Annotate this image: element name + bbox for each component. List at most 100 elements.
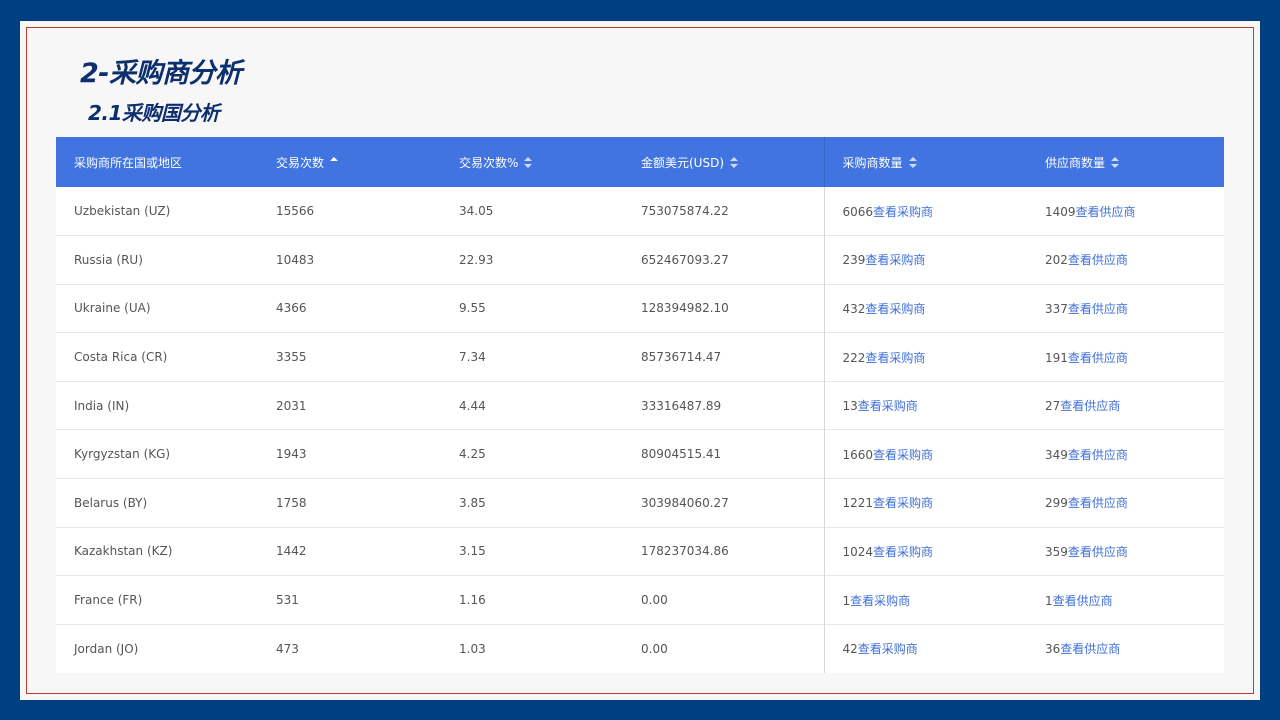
cell-country: Kazakhstan (KZ) <box>74 544 173 559</box>
view-buyers-link[interactable]: 查看采购商 <box>873 496 933 510</box>
cell-amount: 80904515.41 <box>641 447 722 462</box>
view-suppliers-link[interactable]: 查看供应商 <box>1053 594 1113 608</box>
table-header-row: 采购商所在国或地区 交易次数 交易次数% 金额美元(USD) 采购商数量 供应商… <box>56 137 1224 187</box>
view-suppliers-link[interactable]: 查看供应商 <box>1068 253 1128 267</box>
cell-country: Jordan (JO) <box>74 641 139 656</box>
table-row: India (IN) 2031 4.44 33316487.89 13查看采购商 27查看… <box>56 381 1224 430</box>
view-buyers-link[interactable]: 查看采购商 <box>865 351 925 365</box>
cell-percent: 34.05 <box>459 204 494 219</box>
column-header-label: 采购商数量 <box>842 155 903 170</box>
supplier-count: 299 <box>1045 496 1068 511</box>
view-buyers-link[interactable]: 查看采购商 <box>865 302 925 316</box>
view-buyers-link[interactable]: 查看采购商 <box>873 205 933 219</box>
cell-suppliers: 36查看供应商 <box>1027 624 1224 673</box>
table-row: Belarus (BY) 1758 3.85 303984060.27 1221查看采购… <box>56 478 1224 528</box>
supplier-count: 1 <box>1045 593 1053 608</box>
cell-percent: 22.93 <box>459 252 494 267</box>
cell-suppliers: 27查看供应商 <box>1027 381 1224 430</box>
sort-icon[interactable] <box>524 157 533 169</box>
buyer-count: 1 <box>842 593 851 608</box>
cell-country: France (FR) <box>74 593 143 608</box>
cell-suppliers: 299查看供应商 <box>1027 479 1224 528</box>
supplier-count: 1409 <box>1045 204 1076 219</box>
view-suppliers-link[interactable]: 查看供应商 <box>1068 448 1128 462</box>
view-suppliers-link[interactable]: 查看供应商 <box>1060 642 1120 656</box>
supplier-count: 359 <box>1045 544 1068 559</box>
data-table-container: 采购商所在国或地区 交易次数 交易次数% 金额美元(USD) 采购商数量 供应商… <box>56 137 1224 673</box>
buyer-count: 1660 <box>842 447 874 462</box>
sort-icon[interactable] <box>1111 157 1120 169</box>
cell-amount: 652467093.27 <box>641 252 729 267</box>
buyer-count: 222 <box>842 350 866 365</box>
column-header-percent[interactable]: 交易次数% <box>441 137 623 187</box>
cell-count: 10483 <box>276 252 315 267</box>
view-suppliers-link[interactable]: 查看供应商 <box>1068 302 1128 316</box>
table-row: Uzbekistan (UZ) 15566 34.05 753075874.22 606… <box>56 187 1224 236</box>
sort-asc-icon[interactable] <box>330 157 339 169</box>
column-header-label: 供应商数量 <box>1045 155 1106 170</box>
cell-buyers: 13查看采购商 <box>823 381 1027 430</box>
cell-amount: 178237034.86 <box>641 544 729 559</box>
view-suppliers-link[interactable]: 查看供应商 <box>1068 545 1128 559</box>
sort-icon[interactable] <box>730 157 739 169</box>
cell-buyers: 432查看采购商 <box>823 284 1027 333</box>
view-suppliers-link[interactable]: 查看供应商 <box>1068 351 1128 365</box>
cell-percent: 4.44 <box>459 398 486 413</box>
supplier-count: 349 <box>1045 447 1068 462</box>
cell-amount: 0.00 <box>641 641 668 656</box>
cell-suppliers: 191查看供应商 <box>1027 333 1224 382</box>
buyer-count: 1024 <box>842 544 874 559</box>
cell-percent: 1.03 <box>459 641 486 656</box>
buyer-count: 1221 <box>842 496 874 511</box>
view-buyers-link[interactable]: 查看采购商 <box>873 545 933 559</box>
cell-count: 473 <box>276 641 299 656</box>
view-buyers-link[interactable]: 查看采购商 <box>850 594 910 608</box>
cell-country: Russia (RU) <box>74 252 143 267</box>
table-row: Ukraine (UA) 4366 9.55 128394982.10 432查看采购商… <box>56 284 1224 333</box>
view-suppliers-link[interactable]: 查看供应商 <box>1076 205 1136 219</box>
buyer-count: 13 <box>842 399 858 414</box>
column-header-label: 金额美元(USD) <box>641 155 725 170</box>
cell-amount: 303984060.27 <box>641 495 729 510</box>
column-header-label: 采购商所在国或地区 <box>74 155 183 170</box>
table-body: Uzbekistan (UZ) 15566 34.05 753075874.22 606… <box>56 187 1224 673</box>
column-header-label: 交易次数 <box>276 155 325 170</box>
cell-buyers: 1查看采购商 <box>823 575 1027 625</box>
cell-country: India (IN) <box>74 398 130 413</box>
cell-count: 4366 <box>276 301 307 316</box>
view-suppliers-link[interactable]: 查看供应商 <box>1068 496 1128 510</box>
view-buyers-link[interactable]: 查看采购商 <box>858 399 918 413</box>
buyer-country-table: 采购商所在国或地区 交易次数 交易次数% 金额美元(USD) 采购商数量 供应商… <box>56 137 1224 673</box>
column-header-amount[interactable]: 金额美元(USD) <box>623 137 824 187</box>
cell-suppliers: 349查看供应商 <box>1027 430 1224 479</box>
cell-suppliers: 1查看供应商 <box>1027 576 1224 625</box>
cell-country: Kyrgyzstan (KG) <box>74 447 171 462</box>
table-row: Russia (RU) 10483 22.93 652467093.27 239查看采购… <box>56 235 1224 285</box>
cell-count: 3355 <box>276 350 307 365</box>
supplier-count: 202 <box>1045 253 1068 268</box>
cell-percent: 9.55 <box>459 301 486 316</box>
cell-count: 1943 <box>276 447 307 462</box>
table-row: Costa Rica (CR) 3355 7.34 85736714.47 222查看采… <box>56 332 1224 382</box>
cell-buyers: 239查看采购商 <box>823 235 1027 285</box>
cell-country: Belarus (BY) <box>74 495 148 510</box>
table-row: Kyrgyzstan (KG) 1943 4.25 80904515.41 1660查看… <box>56 429 1224 479</box>
table-row: Jordan (JO) 473 1.03 0.00 42查看采购商 36查看供应商 <box>56 624 1224 673</box>
view-buyers-link[interactable]: 查看采购商 <box>873 448 933 462</box>
view-suppliers-link[interactable]: 查看供应商 <box>1060 399 1120 413</box>
cell-buyers: 6066查看采购商 <box>823 187 1027 236</box>
cell-count: 1442 <box>276 544 307 559</box>
column-header-count[interactable]: 交易次数 <box>258 137 441 187</box>
column-header-suppliers[interactable]: 供应商数量 <box>1027 137 1224 187</box>
view-buyers-link[interactable]: 查看采购商 <box>865 253 925 267</box>
view-buyers-link[interactable]: 查看采购商 <box>858 642 918 656</box>
slide: 2-采购商分析 2.1采购国分析 采购商所在国或地区 交易次数 交易次数% 金额… <box>20 21 1260 700</box>
cell-amount: 753075874.22 <box>641 204 729 219</box>
cell-buyers: 1660查看采购商 <box>823 429 1027 479</box>
cell-buyers: 1221查看采购商 <box>823 478 1027 528</box>
cell-suppliers: 337查看供应商 <box>1027 284 1224 333</box>
cell-percent: 3.85 <box>459 495 486 510</box>
buyer-count: 239 <box>842 253 866 268</box>
column-header-buyers[interactable]: 采购商数量 <box>823 137 1027 187</box>
sort-icon[interactable] <box>908 157 917 169</box>
